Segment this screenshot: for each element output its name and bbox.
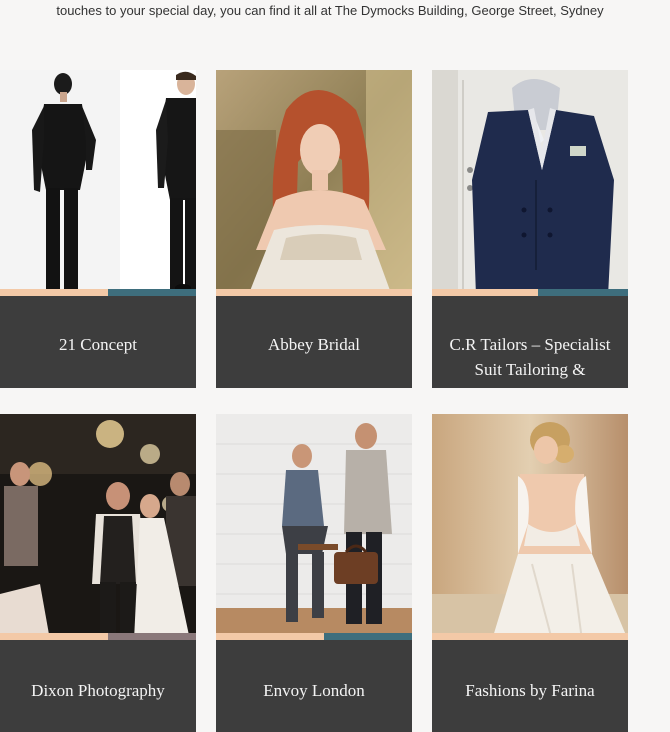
accent-bar [432,289,628,296]
vendor-photo [216,70,412,296]
sparkler-wedding-photo [0,414,196,640]
vendor-name[interactable]: 21 Concept [0,296,196,388]
vendor-photo [432,70,628,296]
accent-bar [216,633,412,640]
vendor-photo [0,414,196,640]
vendor-card-abbey-bridal[interactable]: Abbey Bridal [216,70,412,388]
vendor-card-21-concept[interactable]: 21 Concept [0,70,196,388]
vendor-name[interactable]: Dixon Photography [0,640,196,732]
black-suits-photo [0,70,196,296]
vendor-name[interactable]: C.R Tailors – Specialist Suit Tailoring … [432,296,628,388]
accent-bar [0,289,196,296]
navy-blazer-photo [432,70,628,296]
mens-suits-studio-photo [216,414,412,640]
vendor-name[interactable]: Fashions by Farina [432,640,628,732]
vendor-photo [216,414,412,640]
intro-text: touches to your special day, you can fin… [56,3,604,18]
bride-lace-gown-photo [216,70,412,296]
vendor-card-cr-tailors[interactable]: C.R Tailors – Specialist Suit Tailoring … [432,70,628,388]
vendor-name[interactable]: Abbey Bridal [216,296,412,388]
accent-bar [216,289,412,296]
vendor-card-fashions-by-farina[interactable]: Fashions by Farina [432,414,628,732]
vendor-photo [0,70,196,296]
accent-bar [0,633,196,640]
vendor-card-envoy-london[interactable]: Envoy London [216,414,412,732]
vendor-card-dixon-photography[interactable]: Dixon Photography [0,414,196,732]
vendor-photo [432,414,628,640]
accent-bar [432,633,628,640]
vendor-name[interactable]: Envoy London [216,640,412,732]
lace-back-gown-photo [432,414,628,640]
